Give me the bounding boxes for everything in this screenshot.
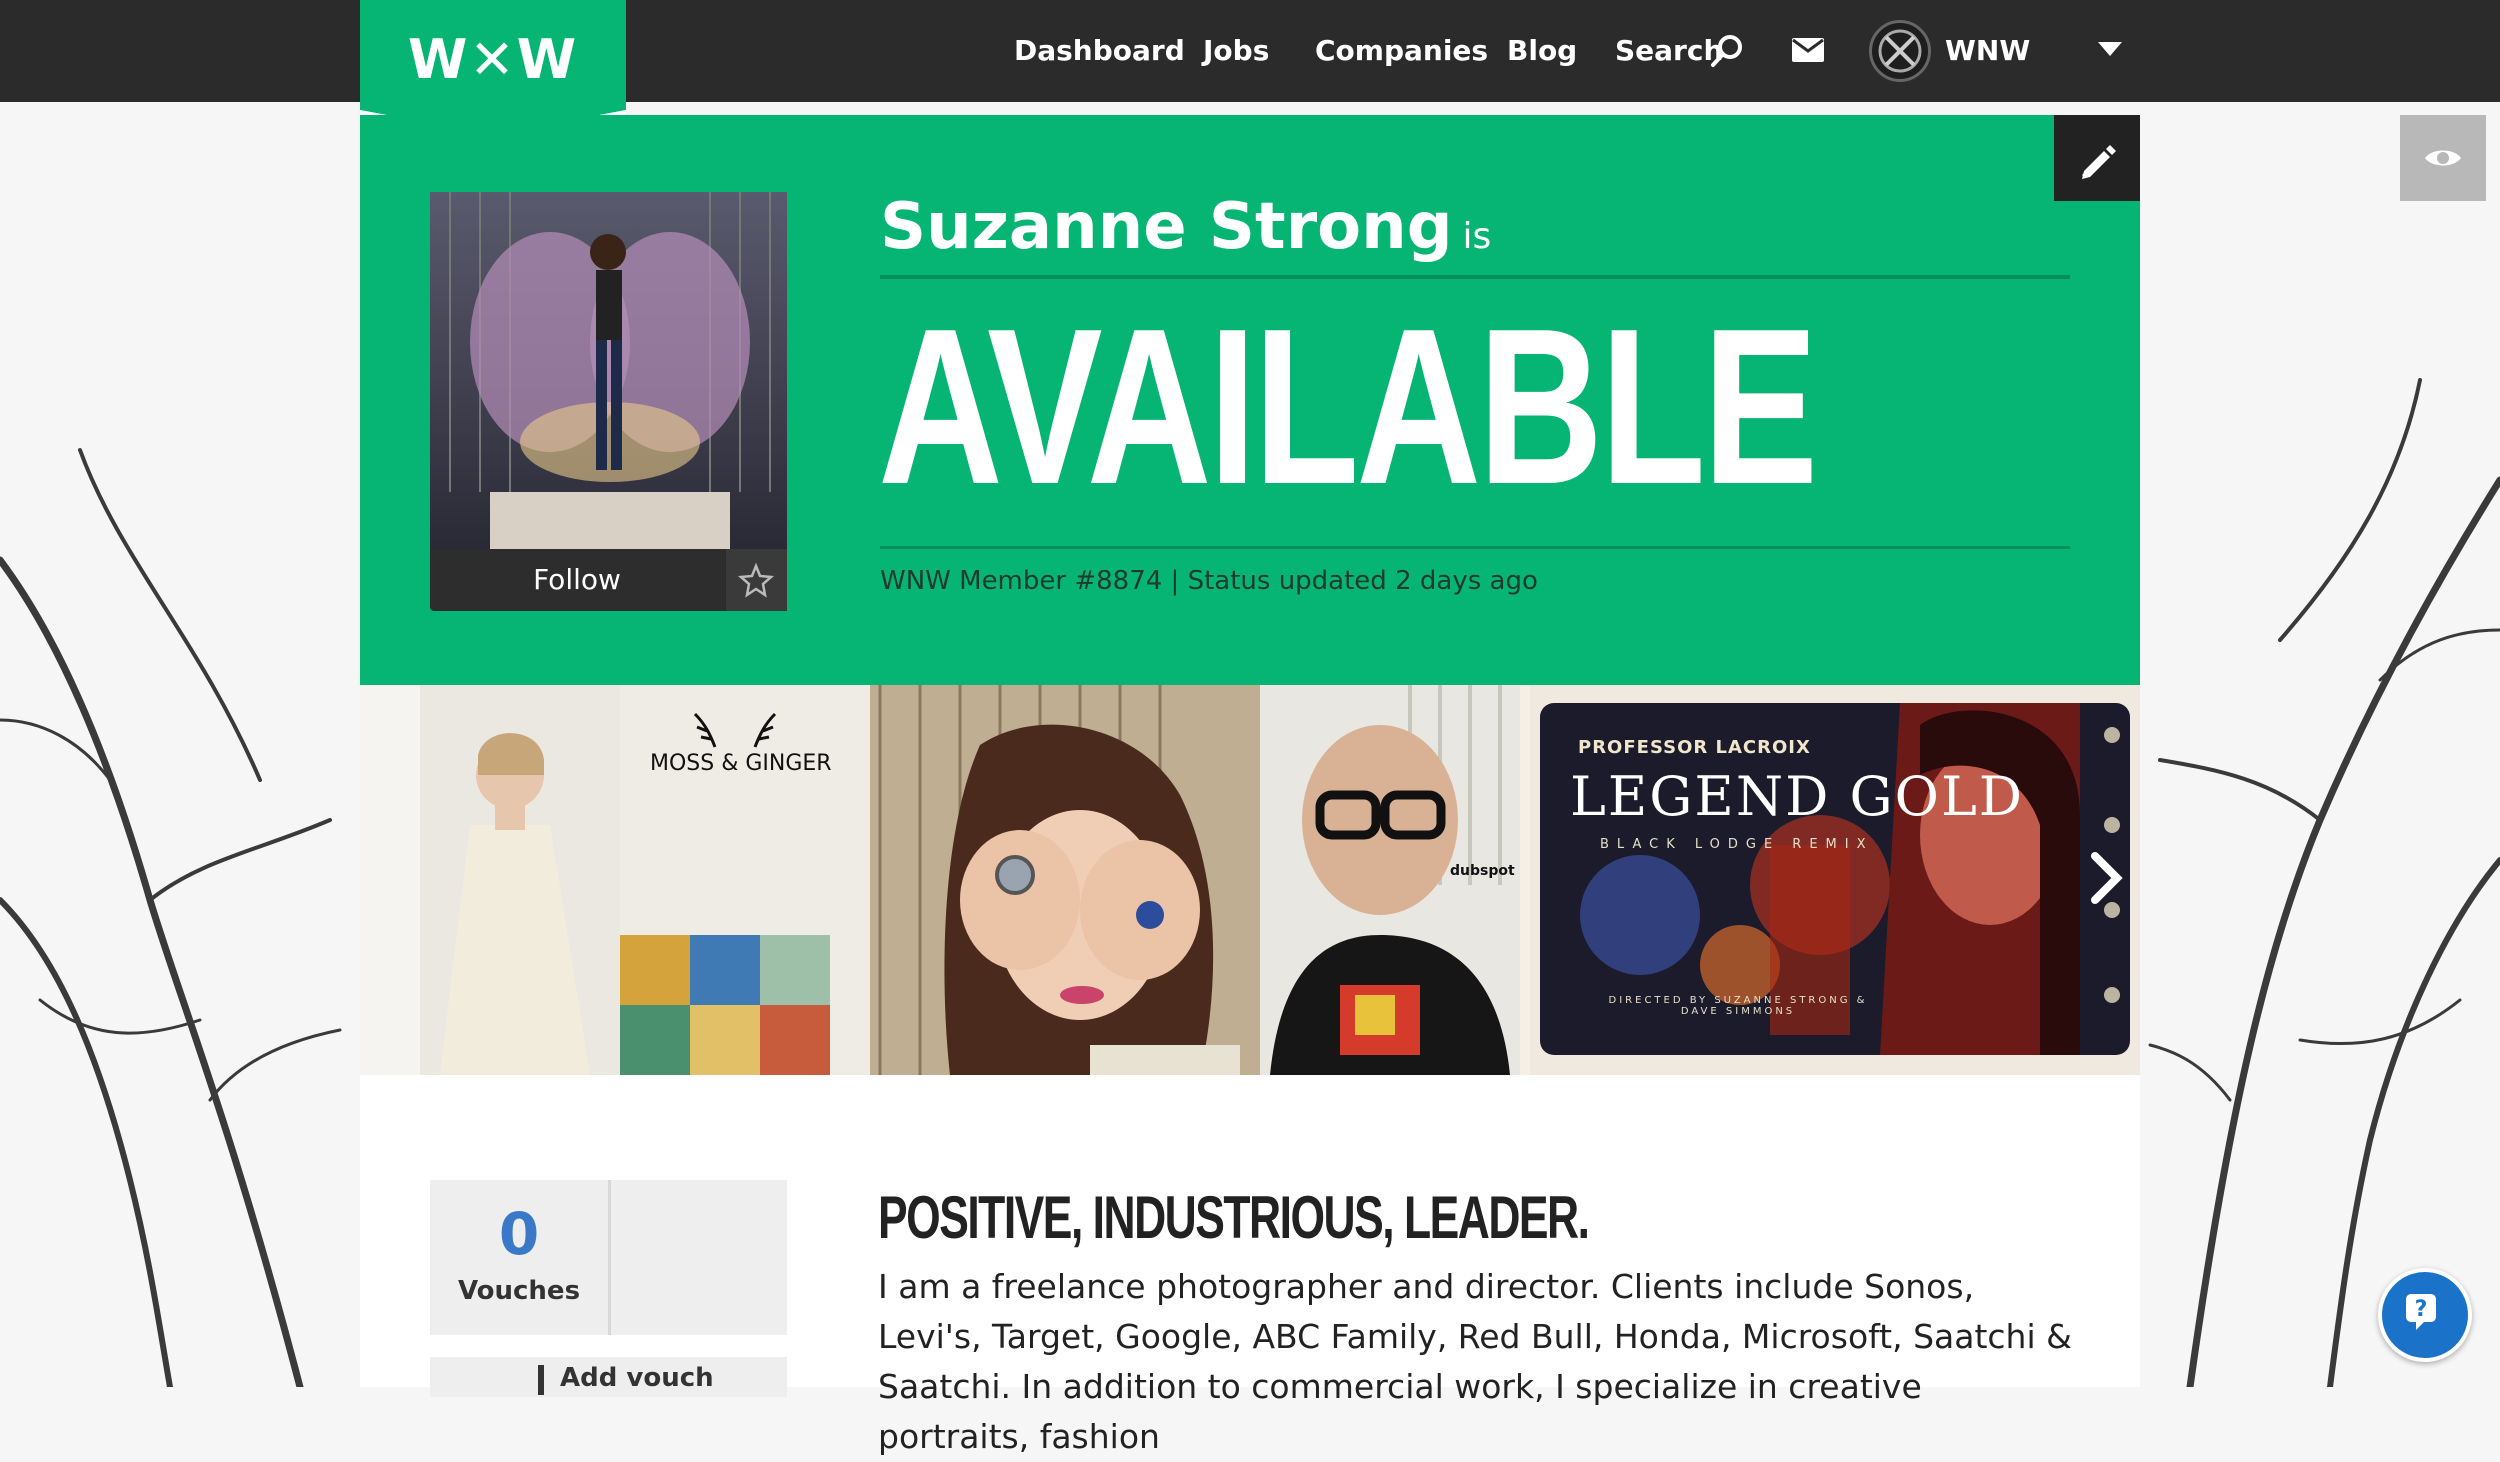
gallery-tile[interactable] xyxy=(360,685,620,1075)
follow-bar: Follow xyxy=(430,549,787,611)
add-vouch-label: Add vouch xyxy=(560,1363,714,1393)
gallery-tile[interactable]: dubspot xyxy=(1260,685,1520,1075)
gallery-tile[interactable]: PROFESSOR LACROIX LEGEND GOLD BLACK LODG… xyxy=(1520,685,2140,1075)
help-question-icon: ? xyxy=(2406,1294,2436,1330)
divider xyxy=(608,1180,611,1335)
nav-blog-link[interactable]: Blog xyxy=(1507,30,1577,72)
mail-icon[interactable] xyxy=(1792,38,1824,62)
plus-icon xyxy=(538,1365,544,1395)
portrait-white-dress-image xyxy=(360,685,620,1075)
name-connector: is xyxy=(1462,216,1492,257)
nav-search-link[interactable]: Search xyxy=(1615,30,1723,72)
poster-artist-caption: PROFESSOR LACROIX xyxy=(1578,737,1811,758)
profile-name: Suzanne Strong xyxy=(880,190,1453,264)
poster-subtitle: BLACK LODGE REMIX xyxy=(1600,837,1874,852)
chevron-right-icon[interactable] xyxy=(2085,848,2125,908)
add-vouch-button[interactable]: Add vouch xyxy=(430,1357,787,1397)
avatar-logo-icon xyxy=(1878,29,1922,73)
portfolio-gallery: MOSS & GINGER dubspot PROFESSOR LACROIX … xyxy=(360,685,2140,1075)
eye-icon xyxy=(2425,150,2461,166)
nav-jobs-link[interactable]: Jobs xyxy=(1203,30,1269,72)
profile-headline: POSITIVE, INDUSTRIOUS, LEADER. xyxy=(878,1184,1590,1251)
profile-photo xyxy=(430,192,787,549)
favorite-star-button[interactable] xyxy=(726,549,787,611)
chevron-down-icon[interactable] xyxy=(2098,42,2122,58)
edit-profile-button[interactable] xyxy=(2054,115,2140,201)
profile-bio: I am a freelance photographer and direct… xyxy=(878,1267,2072,1456)
profile-photo-image xyxy=(430,192,787,549)
portrait-glasses-man-image xyxy=(1260,685,1520,1075)
availability-status: AVAILABLE xyxy=(878,283,1818,531)
vouches-box: 0 Vouches xyxy=(430,1180,787,1335)
help-chat-button[interactable]: ? xyxy=(2378,1268,2472,1362)
vouch-count: 0 xyxy=(498,1200,540,1268)
poster-credit: DIRECTED BY SUZANNE STRONG & DAVE SIMMON… xyxy=(1608,995,1868,1017)
antlers-logo-icon xyxy=(693,712,777,748)
vouch-label: Vouches xyxy=(457,1276,581,1306)
user-avatar[interactable] xyxy=(1869,20,1931,82)
nav-user-name[interactable]: WNW xyxy=(1945,30,2030,72)
member-info: WNW Member #8874 | Status updated 2 days… xyxy=(880,566,1538,596)
nav-companies-link[interactable]: Companies xyxy=(1315,30,1488,72)
poster-title: LEGEND GOLD xyxy=(1570,765,2025,828)
pencil-icon xyxy=(2082,145,2116,179)
follow-button[interactable]: Follow xyxy=(430,549,724,611)
divider xyxy=(880,546,2070,549)
divider xyxy=(880,275,2070,279)
dubspot-caption: dubspot xyxy=(1450,863,1515,879)
svg-text:?: ? xyxy=(2415,1297,2428,1322)
gallery-tile[interactable]: MOSS & GINGER xyxy=(620,685,1260,1075)
profile-name-line: Suzanne Strong is xyxy=(880,190,1491,264)
search-icon[interactable] xyxy=(1710,34,1744,68)
star-icon xyxy=(737,562,775,598)
site-logo: W✕W xyxy=(407,28,579,91)
view-as-public-button[interactable] xyxy=(2400,115,2486,201)
moss-ginger-caption: MOSS & GINGER xyxy=(650,751,832,776)
nav-dashboard-link[interactable]: Dashboard xyxy=(1014,30,1185,72)
